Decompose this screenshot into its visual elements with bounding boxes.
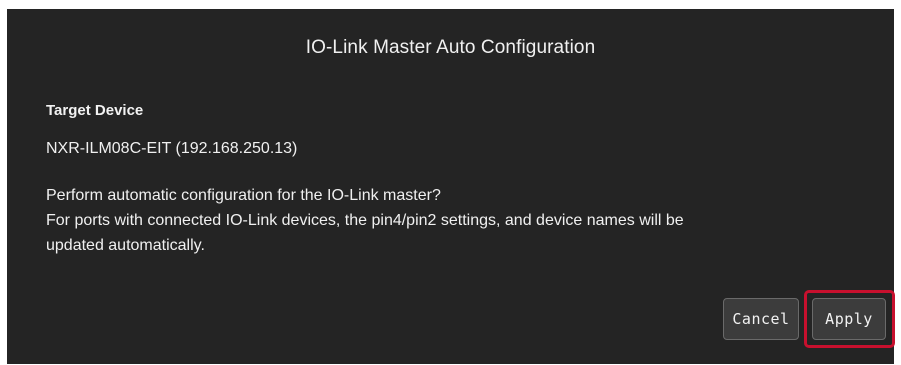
message-line: updated automatically. — [46, 237, 205, 254]
target-device-name: NXR-ILM08C-EIT (192.168.250.13) — [46, 140, 298, 157]
target-device-heading: Target Device — [46, 102, 144, 119]
cancel-button[interactable]: Cancel — [723, 298, 799, 340]
dialog-title: IO-Link Master Auto Configuration — [305, 37, 596, 58]
message-line: For ports with connected IO-Link devices… — [46, 212, 684, 229]
confirmation-message: Perform automatic configuration for the … — [46, 183, 866, 258]
auto-configuration-dialog: IO-Link Master Auto Configuration Target… — [7, 9, 895, 364]
message-line: Perform automatic configuration for the … — [46, 187, 441, 204]
apply-button[interactable]: Apply — [812, 298, 886, 340]
